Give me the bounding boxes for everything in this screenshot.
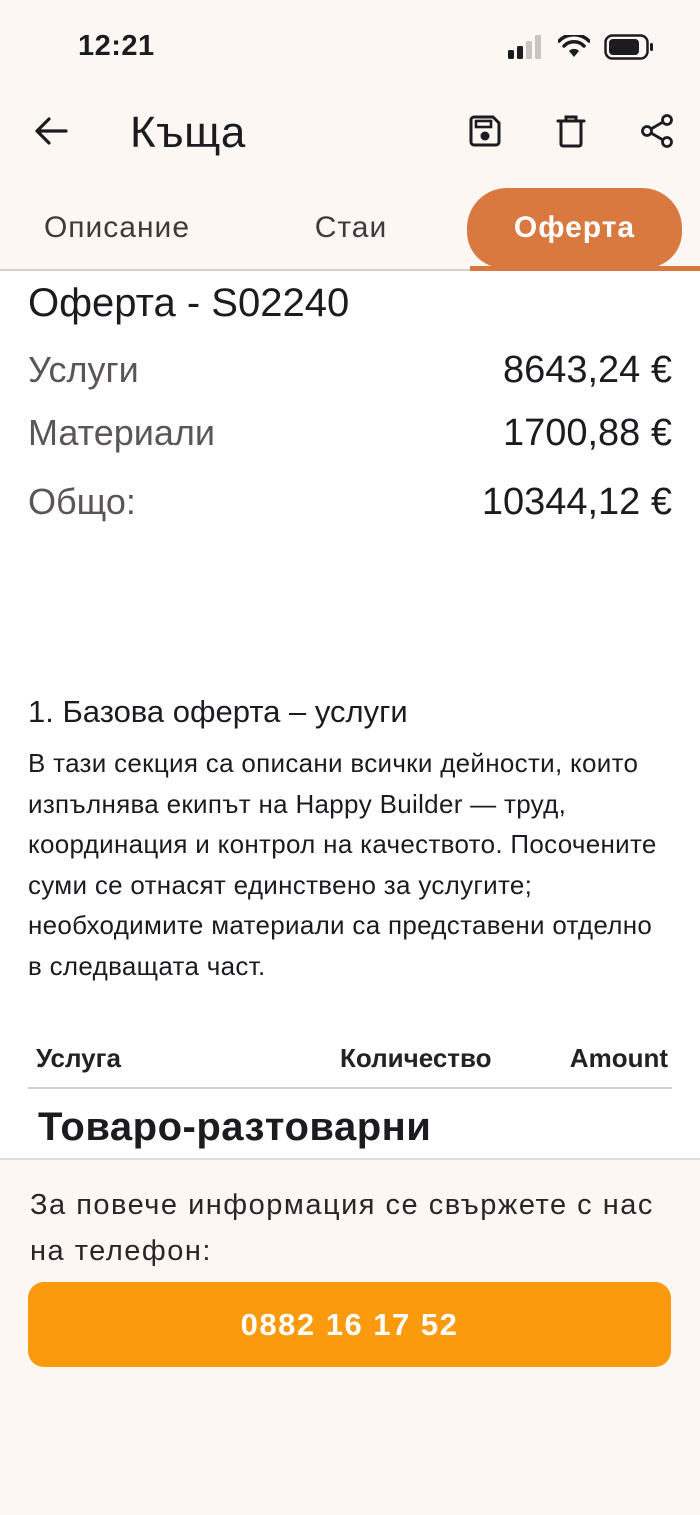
summary-value: 8643,24 € bbox=[502, 349, 672, 391]
status-bar: 12:21 bbox=[0, 0, 700, 90]
summary-value: 10344,12 € bbox=[481, 481, 672, 523]
column-header-service: Услуга bbox=[36, 1043, 121, 1073]
contact-text: За повече информация се свържете с нас н… bbox=[30, 1189, 654, 1267]
page-title: Къща bbox=[130, 108, 246, 157]
delete-button[interactable] bbox=[548, 110, 594, 156]
summary-label: Материали bbox=[28, 412, 215, 453]
summary-row-services: Услуги 8643,24 € bbox=[28, 349, 672, 392]
column-header-quantity: Количество bbox=[340, 1043, 492, 1073]
summary-label: Общо: bbox=[28, 481, 136, 522]
summary-label: Услуги bbox=[28, 349, 139, 390]
bottom-divider bbox=[0, 1158, 700, 1160]
section-description: В тази секция са описани всички дейности… bbox=[28, 748, 657, 981]
tab-description[interactable]: Описание bbox=[0, 188, 234, 268]
summary-value: 1700,88 € bbox=[502, 412, 672, 454]
arrow-back-icon bbox=[34, 116, 68, 151]
save-button[interactable] bbox=[462, 110, 508, 156]
back-button[interactable] bbox=[28, 110, 74, 156]
cellular-signal-icon bbox=[508, 35, 544, 64]
section-title: 1. Базова оферта – услуги bbox=[28, 694, 408, 729]
app-bar: Къща bbox=[0, 100, 700, 172]
status-icons bbox=[508, 33, 654, 65]
battery-icon bbox=[604, 34, 654, 65]
column-header-amount: Amount bbox=[569, 1043, 668, 1073]
tab-offer[interactable]: Оферта bbox=[467, 188, 682, 268]
call-phone-button[interactable]: 0882 16 17 52 bbox=[28, 1282, 671, 1367]
share-button[interactable] bbox=[634, 110, 680, 156]
tab-rooms[interactable]: Стаи bbox=[234, 188, 468, 268]
tab-bar: Описание Стаи Оферта bbox=[0, 182, 700, 270]
save-icon bbox=[468, 114, 502, 153]
status-time: 12:21 bbox=[78, 30, 155, 62]
share-icon bbox=[639, 113, 675, 154]
offer-content[interactable]: Оферта - S02240 Услуги 8643,24 € Материа… bbox=[0, 271, 700, 1159]
delete-icon bbox=[556, 114, 586, 153]
table-group-title: Товаро-разтоварни bbox=[38, 1105, 432, 1149]
offer-title: Оферта - S02240 bbox=[28, 281, 350, 325]
summary-row-materials: Материали 1700,88 € bbox=[28, 412, 672, 455]
table-header: Услуга Количество Amount bbox=[28, 1039, 672, 1089]
summary-row-total: Общо: 10344,12 € bbox=[28, 481, 672, 524]
wifi-icon bbox=[557, 33, 591, 64]
